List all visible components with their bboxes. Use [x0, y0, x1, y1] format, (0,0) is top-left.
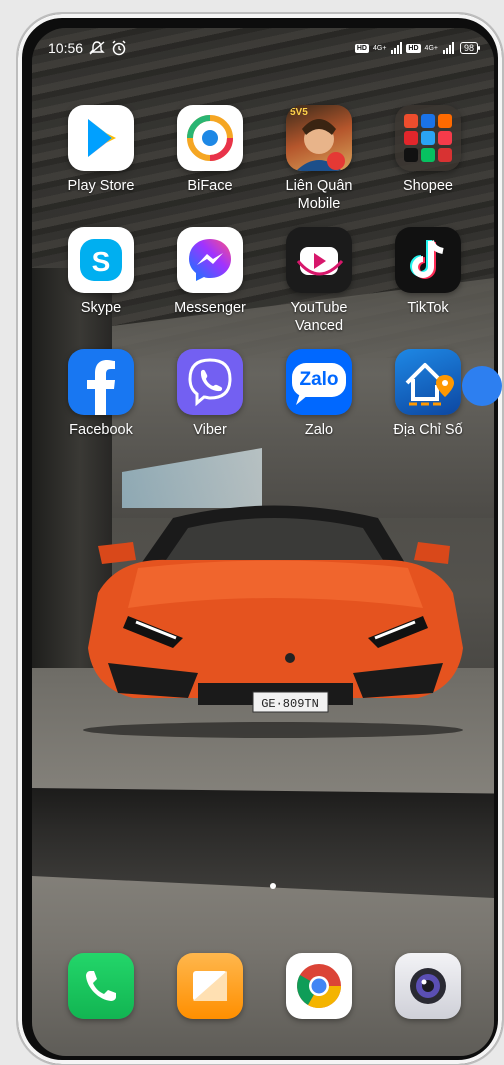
app-shopee-folder[interactable]: Shopee — [378, 105, 478, 195]
app-biface[interactable]: BiFace — [160, 105, 260, 195]
alarm-icon — [112, 40, 126, 56]
app-messenger[interactable]: Messenger — [160, 227, 260, 317]
network-type-1: 4G+ — [372, 44, 387, 52]
phone-icon — [68, 953, 134, 1019]
app-tiktok[interactable]: TikTok — [378, 227, 478, 317]
lien-quan-icon: 5V5 — [286, 105, 352, 171]
status-time: 10:56 — [48, 40, 84, 56]
app-youtube-vanced[interactable]: YouTube Vanced — [269, 227, 369, 335]
messenger-icon — [177, 227, 243, 293]
app-label: Facebook — [69, 422, 133, 438]
assistive-floating-ball[interactable] — [462, 366, 502, 406]
svg-text:S: S — [92, 246, 111, 277]
chrome-icon — [286, 953, 352, 1019]
app-label: Viber — [193, 422, 227, 438]
tiktok-icon — [395, 227, 461, 293]
camera-icon — [395, 953, 461, 1019]
app-label: TikTok — [407, 300, 449, 316]
lien-quan-badge: 5V5 — [290, 107, 308, 118]
app-label: Skype — [80, 300, 122, 316]
license-plate-text: GE·809TN — [261, 697, 319, 711]
hd-voice-icon-2: HD — [406, 43, 421, 53]
page-indicator-dot[interactable] — [270, 883, 276, 889]
battery-icon: 98 — [459, 42, 481, 54]
app-facebook[interactable]: Facebook — [51, 349, 151, 439]
biface-icon — [177, 105, 243, 171]
dock-phone[interactable] — [51, 953, 151, 1019]
youtube-vanced-icon — [286, 227, 352, 293]
network-type-2: 4G+ — [424, 44, 438, 52]
app-play-store[interactable]: Play Store — [51, 105, 151, 195]
app-label: YouTube Vanced — [290, 300, 348, 334]
notifications-off-icon — [89, 41, 105, 55]
dia-chi-so-icon — [395, 349, 461, 415]
app-zalo[interactable]: Zalo Zalo — [269, 349, 369, 439]
app-label: BiFace — [187, 178, 233, 194]
app-label: Địa Chỉ Số — [393, 422, 463, 438]
dock-chrome[interactable] — [269, 953, 369, 1019]
app-label: Liên Quân Mobile — [285, 178, 353, 212]
skype-icon: S — [68, 227, 134, 293]
app-label: Messenger — [174, 300, 246, 316]
app-label: Play Store — [67, 178, 135, 194]
app-viber[interactable]: Viber — [160, 349, 260, 439]
shopee-folder-icon — [395, 105, 461, 171]
app-label: Zalo — [304, 422, 334, 438]
app-label: Shopee — [403, 178, 453, 194]
app-lien-quan-mobile[interactable]: 5V5 Liên Quân Mobile — [269, 105, 369, 213]
status-bar: 10:56 HD 4G+ HD 4G+ 98 — [48, 38, 481, 58]
zalo-icon: Zalo — [286, 349, 352, 415]
facebook-icon — [68, 349, 134, 415]
app-skype[interactable]: S Skype — [51, 227, 151, 317]
dock-notes[interactable] — [160, 953, 260, 1019]
signal-icon — [391, 42, 403, 54]
wallpaper-car: GE·809TN — [83, 505, 463, 738]
dock-camera[interactable] — [378, 953, 478, 1019]
play-store-icon — [68, 105, 134, 171]
hd-voice-icon: HD — [354, 43, 369, 53]
signal-icon-2 — [442, 42, 454, 54]
notes-icon — [177, 953, 243, 1019]
viber-icon — [177, 349, 243, 415]
zalo-logo-text: Zalo — [299, 369, 339, 390]
